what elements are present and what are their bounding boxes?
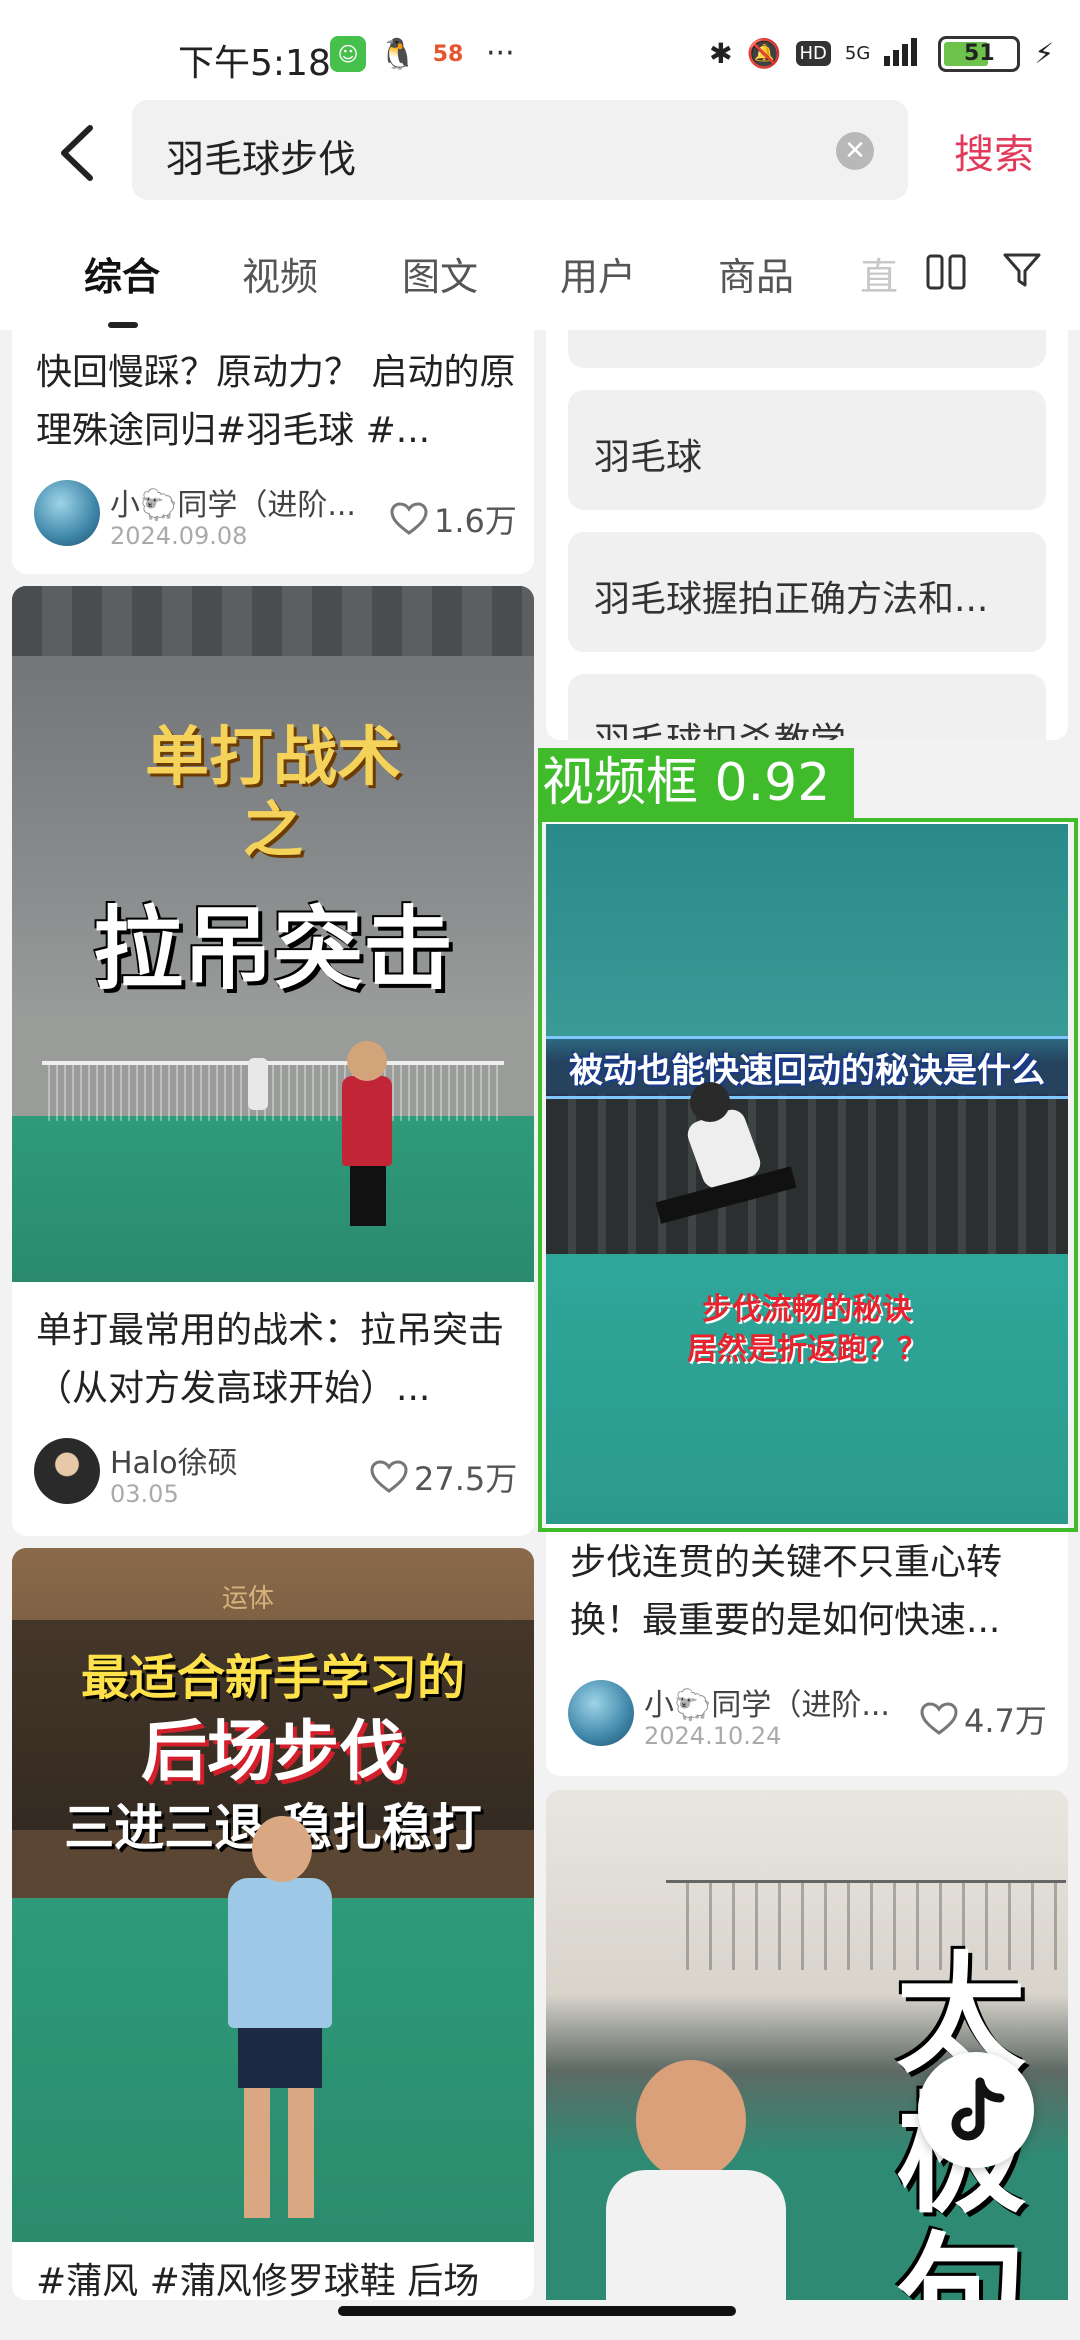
search-button[interactable]: 搜索: [954, 122, 1034, 180]
charging-icon: ⚡: [1034, 37, 1054, 70]
heart-icon: [390, 502, 428, 535]
video-thumbnail[interactable]: 单打战术 之 拉吊突击: [12, 586, 534, 1282]
suggestion-chip-partial[interactable]: [568, 330, 1046, 368]
tab-users[interactable]: 用户: [560, 246, 636, 301]
detection-box: [538, 818, 1078, 1532]
hd-badge: HD: [795, 41, 831, 66]
heart-icon: [920, 1702, 958, 1735]
like-count: 4.7万: [964, 1702, 1047, 1740]
tiktok-note-icon: [951, 2077, 1005, 2141]
player-head: [347, 1041, 387, 1081]
suggestion-label: 羽毛球: [594, 437, 703, 478]
result-card[interactable]: 运体 最适合新手学习的 后场步伐 三进三退 稳扎稳打 #蒲风 #蒲风修罗球鞋 后…: [12, 1548, 534, 2300]
author-name[interactable]: Halo徐硕: [110, 1438, 238, 1482]
post-date: 03.05: [110, 1480, 179, 1508]
tab-live-partial[interactable]: 直: [860, 246, 898, 301]
battery-icon: 51: [938, 35, 1021, 72]
bluetooth-icon: ✱: [709, 37, 733, 70]
result-card[interactable]: 单打战术 之 拉吊突击 单打最常用的战术：拉吊突击（从对方发高球开始）... H…: [12, 586, 534, 1536]
wall-sign-text: 运体: [222, 1584, 275, 1614]
signal-icon: [884, 34, 924, 73]
player-shirt: [228, 1878, 332, 2028]
suggestion-chip[interactable]: 羽毛球: [568, 390, 1046, 510]
avatar[interactable]: [34, 1438, 100, 1504]
back-button[interactable]: [50, 118, 110, 188]
court-floor: [12, 1116, 534, 1282]
search-query: 羽毛球步伐: [166, 137, 357, 181]
card-title: 步伐连贯的关键不只重心转换！最重要的是如何快速...: [570, 1542, 1003, 1641]
clear-search-icon[interactable]: ✕: [836, 132, 874, 170]
filter-icon[interactable]: [1002, 250, 1042, 290]
player-head: [252, 1816, 312, 1882]
tab-video[interactable]: 视频: [242, 246, 318, 301]
layout-toggle-icon[interactable]: [926, 254, 966, 290]
thumbnail-overlay-text: 句: [896, 2219, 1027, 2300]
app-58-icon: 58: [430, 36, 466, 72]
status-notification-icons: ☺ 🐧 58 ···: [330, 36, 515, 72]
like-count: 27.5万: [414, 1460, 518, 1498]
avatar[interactable]: [34, 480, 100, 546]
player-legs: [350, 1166, 386, 1226]
player-shorts: [238, 2028, 322, 2088]
suggestion-label: 羽毛球握拍正确方法和...: [594, 579, 989, 620]
opponent-figure: [248, 1058, 268, 1110]
tab-image-text[interactable]: 图文: [402, 246, 478, 301]
battery-level: 51: [964, 40, 995, 66]
status-bar: 下午5:18 ☺ 🐧 58 ··· ✱ 🔕 HD 5G 51 ⚡: [0, 0, 1080, 100]
network-label: 5G: [844, 43, 871, 64]
card-title: 快回慢踩？原动力？ 启动的原理殊途同归#羽毛球 #...: [36, 352, 516, 451]
video-thumbnail[interactable]: 运体 最适合新手学习的 后场步伐 三进三退 稳扎稳打: [12, 1548, 534, 2242]
player-leg: [244, 2088, 270, 2218]
active-tab-indicator: [108, 322, 138, 328]
suggestion-chip[interactable]: 羽毛球扣杀教学: [568, 674, 1046, 740]
player-figure: [342, 1076, 392, 1166]
ceiling-lights: [12, 586, 534, 656]
post-date: 2024.10.24: [644, 1722, 782, 1750]
result-card[interactable]: 快回慢踩？原动力？ 启动的原理殊途同归#羽毛球 #... 小🐑同学（进阶... …: [12, 330, 534, 574]
wechat-app-icon: ☺: [330, 36, 366, 72]
thumbnail-overlay-text: 之: [243, 796, 303, 866]
video-thumbnail[interactable]: 太 极 句: [546, 1790, 1068, 2300]
thumbnail-overlay-text: 后场步伐: [141, 1713, 405, 1790]
tab-all[interactable]: 综合: [84, 246, 160, 301]
tiktok-float-button[interactable]: [918, 2052, 1034, 2168]
like-button[interactable]: 27.5万: [370, 1454, 517, 1500]
result-tabs: 综合 视频 图文 用户 商品 直: [0, 210, 1080, 330]
post-date: 2024.09.08: [110, 522, 248, 550]
card-title: #蒲风 #蒲风修罗球鞋 后场: [36, 2261, 480, 2300]
detection-label: 视频框 0.92: [538, 748, 854, 818]
status-time: 下午5:18: [178, 43, 331, 84]
avatar[interactable]: [568, 1680, 634, 1746]
thumbnail-overlay-text: 拉吊突击: [93, 897, 453, 1002]
status-right-icons: ✱ 🔕 HD 5G 51 ⚡: [709, 34, 1054, 73]
search-header: 羽毛球步伐 ✕ 搜索: [0, 100, 1080, 210]
author-name[interactable]: 小🐑同学（进阶...: [644, 1680, 890, 1724]
badminton-net: [42, 1061, 504, 1121]
qq-penguin-icon: 🐧: [379, 36, 417, 72]
person-shirt: [606, 2170, 786, 2300]
person-face: [636, 2060, 746, 2180]
chevron-left-icon: [61, 125, 93, 181]
like-button[interactable]: 1.6万: [390, 496, 517, 542]
heart-icon: [370, 1460, 408, 1493]
result-card[interactable]: 太 极 句: [546, 1790, 1068, 2300]
like-count: 1.6万: [434, 502, 517, 540]
home-indicator[interactable]: [338, 2306, 736, 2316]
more-notifications-icon: ···: [486, 36, 515, 71]
suggestion-chip[interactable]: 羽毛球握拍正确方法和...: [568, 532, 1046, 652]
search-input[interactable]: 羽毛球步伐 ✕: [132, 100, 908, 200]
card-title: 单打最常用的战术：拉吊突击（从对方发高球开始）...: [36, 1310, 505, 1409]
suggestion-label: 羽毛球扣杀教学: [594, 712, 846, 740]
mute-bell-icon: 🔕: [746, 37, 782, 70]
like-button[interactable]: 4.7万: [920, 1696, 1047, 1742]
player-leg: [288, 2088, 314, 2218]
author-name[interactable]: 小🐑同学（进阶...: [110, 480, 356, 524]
tab-products[interactable]: 商品: [718, 246, 794, 301]
